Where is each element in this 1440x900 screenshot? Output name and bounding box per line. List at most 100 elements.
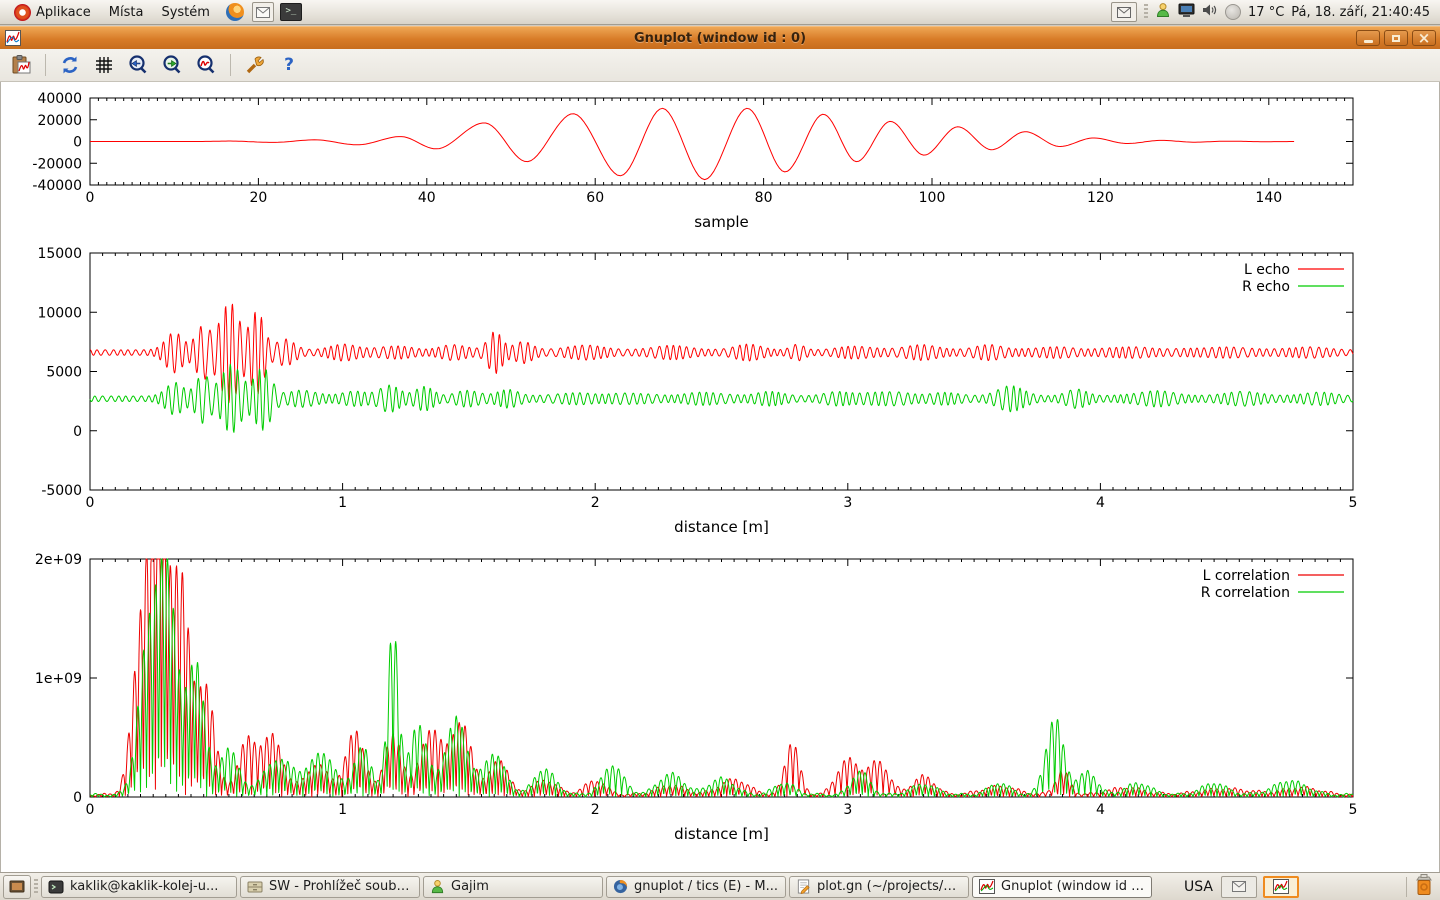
menu-system[interactable]: Systém <box>153 3 217 22</box>
firefox-icon <box>613 879 628 894</box>
chart-correlation: 01234501e+092e+09distance [m]L correlati… <box>35 552 1358 843</box>
gajim-status-icon[interactable] <box>1155 2 1171 22</box>
desktop: Aplikace Místa Systém >_ <box>0 0 1440 900</box>
taskbar-button-gnuplot[interactable]: Gnuplot (window id : 0) <box>972 876 1152 898</box>
y-tick-label: -5000 <box>41 483 82 499</box>
mail-icon <box>252 2 274 22</box>
x-tick-label: 3 <box>843 802 852 818</box>
x-tick-label: 20 <box>249 190 267 206</box>
menu-applications[interactable]: Aplikace <box>6 2 99 23</box>
y-tick-label: 20000 <box>37 113 82 129</box>
series-r-correlation <box>90 559 1353 797</box>
chart-sample-waveform: 020406080100120140-40000-200000200004000… <box>32 91 1353 231</box>
weather-icon[interactable] <box>1225 4 1241 20</box>
x-tick-label: 60 <box>586 190 604 206</box>
refresh-button[interactable] <box>57 52 83 78</box>
close-button[interactable] <box>1412 30 1436 46</box>
help-label: ? <box>284 55 294 75</box>
series-r-echo <box>90 364 1353 432</box>
help-button[interactable]: ? <box>276 52 302 78</box>
mail-launcher[interactable] <box>252 2 274 22</box>
volume-icon[interactable] <box>1202 3 1218 21</box>
taskbar-button-label: Gajim <box>451 879 489 894</box>
window-title: Gnuplot (window id : 0) <box>0 31 1440 46</box>
y-tick-label: 1e+09 <box>35 671 82 687</box>
titlebar[interactable]: Gnuplot (window id : 0) <box>0 26 1440 49</box>
x-tick-label: 4 <box>1096 802 1105 818</box>
taskbar-button-label: gnuplot / tics (E) - M... <box>634 879 778 894</box>
x-tick-label: 5 <box>1349 495 1358 511</box>
x-tick-label: 0 <box>86 802 95 818</box>
gnuplot-window: Gnuplot (window id : 0) <box>0 26 1440 872</box>
toolbar-separator <box>230 54 231 76</box>
y-tick-label: 0 <box>73 135 82 151</box>
maximize-button[interactable] <box>1384 30 1408 46</box>
terminal-icon: >_ <box>280 3 302 21</box>
taskbar-button-label: plot.gn (~/projects/p... <box>817 879 962 894</box>
toolbar-separator <box>45 54 46 76</box>
firefox-launcher[interactable] <box>224 2 246 22</box>
taskbar-button-label: SW - Prohlížeč souborů <box>269 879 413 894</box>
chart-echo-waveforms: 012345-5000050001000015000distance [m]L … <box>37 246 1357 536</box>
taskbar: kaklik@kaklik-kolej-u... SW - Prohlížeč s… <box>0 872 1440 900</box>
x-tick-label: 140 <box>1255 190 1282 206</box>
y-tick-label: -20000 <box>32 156 82 172</box>
zoom-next-button[interactable] <box>159 52 185 78</box>
y-tick-label: 0 <box>73 424 82 440</box>
taskbar-button-terminal[interactable]: kaklik@kaklik-kolej-u... <box>41 876 237 898</box>
menu-applications-label: Aplikace <box>36 5 91 20</box>
menu-places[interactable]: Místa <box>101 3 152 22</box>
show-desktop-button[interactable] <box>3 875 31 899</box>
x-tick-label: 2 <box>591 802 600 818</box>
gnuplot-icon <box>979 879 995 894</box>
clock[interactable]: Pá, 18. září, 21:40:45 <box>1291 5 1430 20</box>
configure-button[interactable] <box>242 52 268 78</box>
keyboard-layout-indicator[interactable]: USA <box>1184 879 1213 895</box>
plot-client-area: 020406080100120140-40000-200000200004000… <box>0 82 1440 874</box>
tasklist-handle <box>34 879 38 895</box>
minimize-button[interactable] <box>1356 30 1380 46</box>
y-tick-label: -40000 <box>32 178 82 194</box>
file-manager-icon <box>247 880 263 894</box>
legend-label: R echo <box>1242 279 1290 295</box>
x-tick-label: 1 <box>338 495 347 511</box>
temperature[interactable]: 17 °C <box>1248 5 1284 20</box>
unzoom-button[interactable] <box>193 52 219 78</box>
taskbar-button-label: Gnuplot (window id : 0) <box>1001 879 1145 894</box>
x-tick-label: 5 <box>1349 802 1358 818</box>
y-tick-label: 15000 <box>37 246 82 262</box>
y-tick-label: 10000 <box>37 305 82 321</box>
x-axis-title: distance [m] <box>674 825 769 843</box>
series-l-correlation <box>90 559 1353 797</box>
terminal-launcher[interactable]: >_ <box>280 2 302 22</box>
x-axis-title: distance [m] <box>674 518 769 536</box>
legend-label: L correlation <box>1203 568 1290 584</box>
taskbar-button-firefox[interactable]: gnuplot / tics (E) - M... <box>606 876 786 898</box>
mail-notification-icon[interactable] <box>1111 2 1137 22</box>
y-tick-label: 2e+09 <box>35 552 82 568</box>
text-editor-icon <box>796 879 811 894</box>
trash-applet[interactable] <box>1413 873 1435 900</box>
x-tick-label: 1 <box>338 802 347 818</box>
workspace-cell-gnuplot[interactable] <box>1263 876 1299 898</box>
grid-button[interactable] <box>91 52 117 78</box>
x-tick-label: 3 <box>843 495 852 511</box>
taskbar-separator <box>1406 877 1407 897</box>
taskbar-button-text-editor[interactable]: plot.gn (~/projects/p... <box>789 876 969 898</box>
series-chirp-signal <box>90 108 1294 179</box>
copy-plot-to-clipboard-button[interactable] <box>8 52 34 78</box>
x-tick-label: 2 <box>591 495 600 511</box>
taskbar-button-file-manager[interactable]: SW - Prohlížeč souborů <box>240 876 420 898</box>
taskbar-button-gajim[interactable]: Gajim <box>423 876 603 898</box>
gajim-icon <box>430 879 445 894</box>
legend-label: R correlation <box>1201 585 1290 601</box>
gnuplot-plot-canvas[interactable]: 020406080100120140-40000-200000200004000… <box>1 82 1439 874</box>
x-tick-label: 120 <box>1087 190 1114 206</box>
workspace-cell-mail[interactable] <box>1221 876 1257 898</box>
y-tick-label: 40000 <box>37 91 82 107</box>
applet-handle[interactable] <box>1144 4 1148 20</box>
zoom-previous-button[interactable] <box>125 52 151 78</box>
toolbar: ? <box>0 49 1440 82</box>
panel-spacer <box>1305 876 1400 898</box>
screen-icon[interactable] <box>1178 3 1195 22</box>
